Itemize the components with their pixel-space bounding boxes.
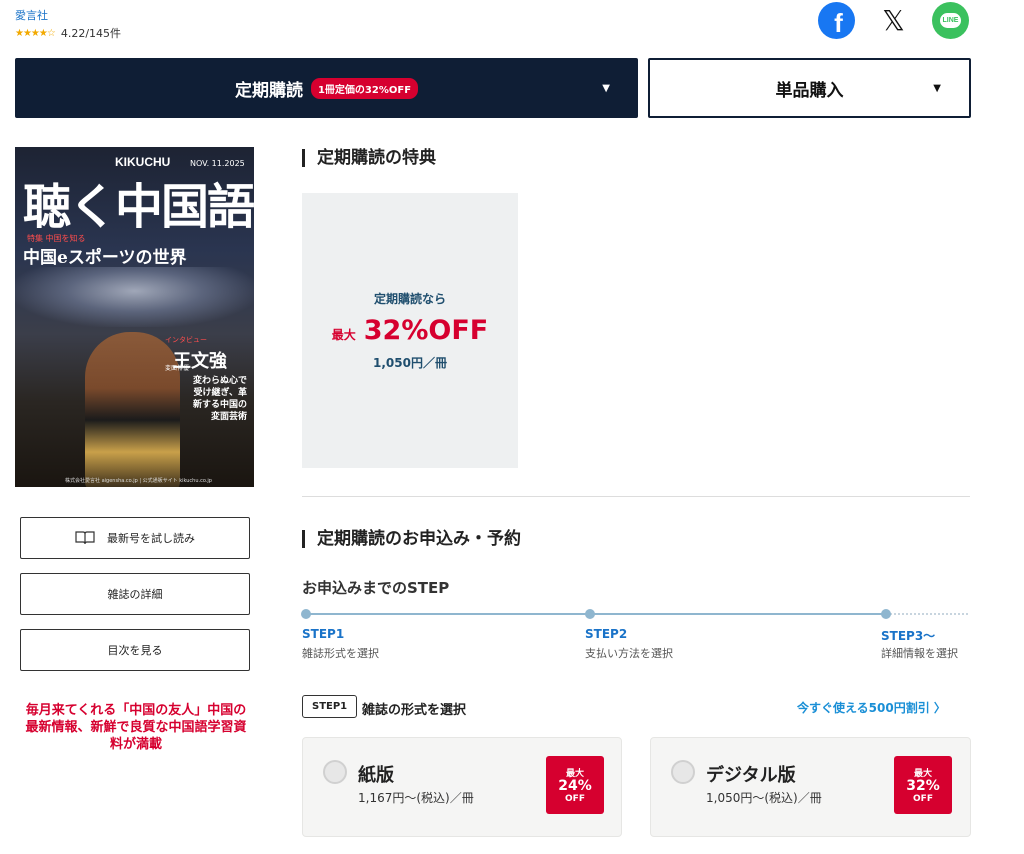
subscription-discount-badge: 1冊定価の32%OFF <box>310 77 419 99</box>
rating: ★★★★☆ 4.22/145件 <box>15 25 121 41</box>
magazine-details-label: 雑誌の詳細 <box>107 588 163 601</box>
step-dot <box>881 609 891 619</box>
magazine-details-button[interactable]: 雑誌の詳細 <box>20 573 250 615</box>
step-1-label: STEP1 <box>302 627 345 641</box>
benefit-lead: 定期購読なら <box>373 292 446 306</box>
step-2-label: STEP2 <box>585 627 628 641</box>
step-dot <box>585 609 595 619</box>
facebook-icon: f <box>834 8 843 38</box>
cover-stage-lights <box>15 267 254 327</box>
tab-subscription[interactable]: 定期購読 1冊定価の32%OFF ▼ <box>15 58 638 118</box>
format-radio-print[interactable] <box>323 760 347 784</box>
preview-latest-label: 最新号を試し読み <box>107 532 195 545</box>
benefit-discount: 最大 32%OFF <box>332 315 488 346</box>
step-progress-remaining <box>886 613 968 615</box>
cover-interview: インタビュー <box>165 336 207 344</box>
badge-percent: 32% <box>906 778 940 794</box>
preview-latest-button[interactable]: 最新号を試し読み <box>20 517 250 559</box>
badge-percent: 24% <box>558 778 592 794</box>
rating-value: 4.22/145件 <box>60 27 122 40</box>
facebook-share-button[interactable]: f <box>818 2 855 39</box>
steps-heading: お申込みまでのSTEP <box>302 579 450 597</box>
book-icon <box>75 531 95 545</box>
benefit-percent: 32%OFF <box>363 315 489 346</box>
format-price: 1,050円〜(税込)／冊 <box>706 791 822 805</box>
badge-off: OFF <box>913 794 933 804</box>
table-of-contents-label: 目次を見る <box>107 644 163 657</box>
step-2-desc: 支払い方法を選択 <box>585 647 673 660</box>
tagline: 毎月来てくれる「中国の友人」中国の最新情報、新鮮で良質な中国語学習資料が満載 <box>25 703 247 752</box>
cover-portrait <box>85 332 180 487</box>
format-option-digital[interactable]: デジタル版 1,050円〜(税込)／冊 最大 32% OFF <box>650 737 971 837</box>
line-icon: LINE <box>939 13 962 28</box>
line-share-button[interactable]: LINE <box>932 2 969 39</box>
tab-single-label: 単品購入 <box>775 80 844 101</box>
magazine-cover[interactable]: KIKUCHU NOV. 11.2025 聴く中国語 特集 中国を知る 中国eス… <box>15 147 254 487</box>
step-3-label: STEP3〜 <box>881 629 936 643</box>
table-of-contents-button[interactable]: 目次を見る <box>20 629 250 671</box>
benefit-card: 定期購読なら 最大 32%OFF 1,050円／冊 <box>302 193 518 468</box>
format-discount-badge: 最大 32% OFF <box>894 756 952 814</box>
discount-coupon-link[interactable]: 今すぐ使える500円割引 〉 <box>797 699 946 716</box>
format-name: 紙版 <box>358 765 394 786</box>
step-1-desc: 雑誌形式を選択 <box>302 647 379 660</box>
step-3-desc: 詳細情報を選択 <box>881 647 958 660</box>
apply-heading: 定期購読のお申込み・予約 <box>302 530 521 548</box>
tab-single-purchase[interactable]: 単品購入 ▼ <box>648 58 971 118</box>
chevron-down-icon: ▼ <box>933 82 941 94</box>
step1-badge: STEP1 <box>302 695 358 718</box>
format-name: デジタル版 <box>706 765 796 786</box>
x-share-button[interactable]: 𝕏 <box>875 2 912 39</box>
cover-title: 聴く中国語 <box>23 179 254 235</box>
format-option-print[interactable]: 紙版 1,167円〜(税込)／冊 最大 24% OFF <box>302 737 622 837</box>
format-price: 1,167円〜(税込)／冊 <box>358 791 474 805</box>
share-buttons: f 𝕏 LINE <box>818 2 969 39</box>
badge-off: OFF <box>565 794 585 804</box>
tab-subscription-label: 定期購読 <box>234 80 303 101</box>
format-discount-badge: 最大 24% OFF <box>546 756 604 814</box>
section-divider <box>302 496 970 497</box>
benefit-price: 1,050円／冊 <box>373 356 447 370</box>
step-dot <box>301 609 311 619</box>
publisher-link[interactable]: 愛言社 <box>15 7 48 23</box>
step1-title: 雑誌の形式を選択 <box>362 703 467 718</box>
rating-stars: ★★★★☆ <box>15 27 56 39</box>
step-progress-line <box>306 613 886 615</box>
cover-description: 変わらぬ心で受け継ぎ、革新する中国の変面芸術 <box>192 376 247 422</box>
cover-person-name: 王文強 <box>173 351 227 372</box>
benefits-heading: 定期購読の特典 <box>302 149 436 167</box>
cover-footer: 株式会社愛言社 aigensha.co.jp | 公式通販サイト kikuchu… <box>65 478 212 484</box>
chevron-down-icon: ▼ <box>602 82 610 94</box>
cover-feature: 中国eスポーツの世界 <box>23 248 187 268</box>
benefit-max-label: 最大 <box>331 328 356 342</box>
x-icon: 𝕏 <box>882 4 905 37</box>
format-radio-digital[interactable] <box>671 760 695 784</box>
